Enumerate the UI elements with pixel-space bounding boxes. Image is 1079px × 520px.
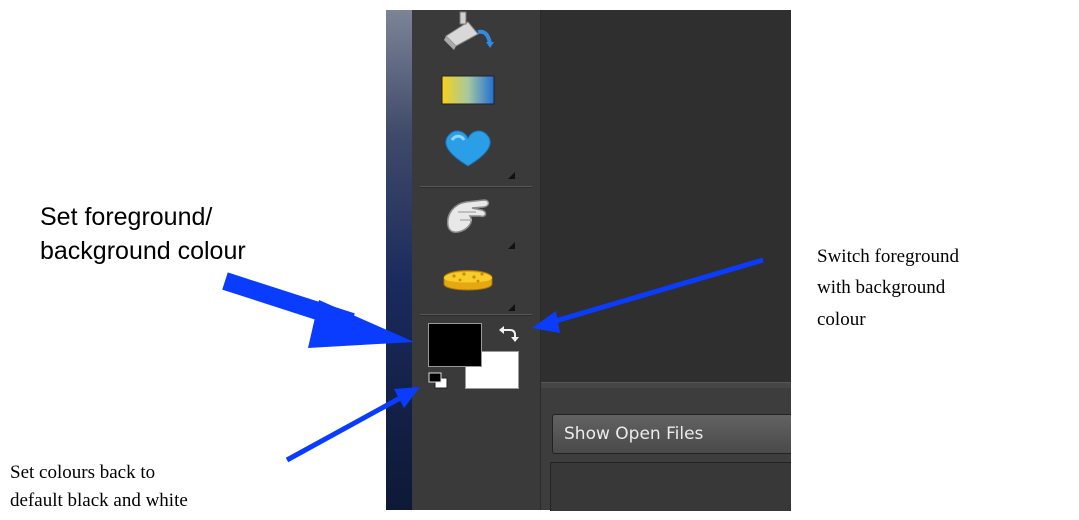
desktop-edge xyxy=(386,10,412,510)
toolbar-divider xyxy=(420,186,532,188)
annotation-switch-line3: colour xyxy=(817,309,866,330)
smudge-tool[interactable] xyxy=(438,194,498,236)
gradient-icon xyxy=(441,75,495,105)
custom-shape-tool[interactable] xyxy=(438,128,498,170)
tool-flyout-indicator xyxy=(508,242,515,249)
gradient-tool[interactable] xyxy=(438,70,498,112)
annotation-set-fg-bg-line2: background colour xyxy=(40,237,246,265)
annotation-set-fg-bg-line1: Set foreground/ xyxy=(40,203,213,231)
default-colors-icon[interactable] xyxy=(428,372,450,390)
paint-bucket-tool[interactable] xyxy=(438,10,498,52)
tool-flyout-indicator xyxy=(508,304,515,311)
image-canvas-area xyxy=(541,10,791,382)
annotation-switch-line2: with background xyxy=(817,277,946,298)
annotation-switch-line1: Switch foreground xyxy=(817,246,959,267)
foreground-color-swatch[interactable] xyxy=(428,323,482,367)
annotation-default-line2: default black and white xyxy=(10,490,188,511)
toolbar-divider xyxy=(420,314,532,316)
custom-shape-icon xyxy=(445,130,491,167)
sponge-tool[interactable] xyxy=(438,256,498,298)
annotation-default-line1: Set colours back to xyxy=(10,462,156,483)
paint-bucket-icon xyxy=(444,11,494,50)
tool-flyout-indicator xyxy=(508,172,515,179)
show-open-files-dropdown[interactable]: Show Open Files xyxy=(552,414,812,454)
open-files-list xyxy=(550,462,801,511)
smudge-icon xyxy=(446,199,490,233)
sponge-icon xyxy=(443,270,493,291)
swap-arrows-icon[interactable] xyxy=(497,324,519,344)
